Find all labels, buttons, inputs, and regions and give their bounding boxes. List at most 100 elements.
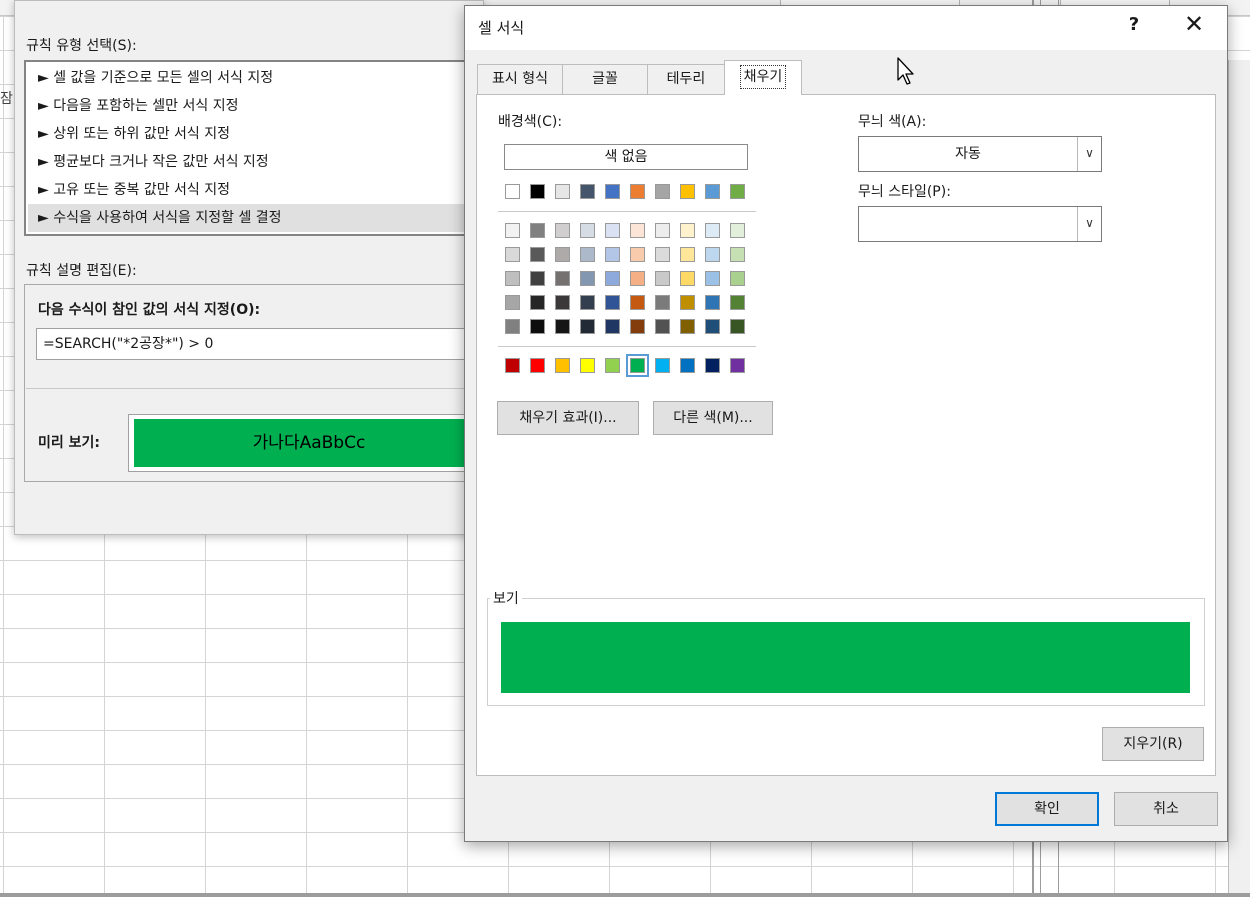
tint-color-swatch[interactable] bbox=[655, 319, 670, 334]
preview-label: 미리 보기: bbox=[38, 435, 100, 451]
tint-color-swatch[interactable] bbox=[655, 247, 670, 262]
tint-color-swatch[interactable] bbox=[580, 295, 595, 310]
tint-color-swatch[interactable] bbox=[505, 295, 520, 310]
standard-color-swatch[interactable] bbox=[530, 358, 545, 373]
tint-color-swatch[interactable] bbox=[530, 271, 545, 286]
tint-color-swatch[interactable] bbox=[655, 271, 670, 286]
tint-color-swatch[interactable] bbox=[555, 247, 570, 262]
tint-color-swatch[interactable] bbox=[580, 223, 595, 238]
preview-sample: 가나다AaBbCc bbox=[134, 419, 484, 467]
tint-color-swatch[interactable] bbox=[680, 295, 695, 310]
tint-color-swatch[interactable] bbox=[555, 295, 570, 310]
tint-color-swatch[interactable] bbox=[680, 271, 695, 286]
tab-border[interactable]: 테두리 bbox=[647, 64, 725, 94]
rule-type-list[interactable]: ► 셀 값을 기준으로 모든 셀의 서식 지정 ► 다음을 포함하는 셀만 서식… bbox=[24, 60, 486, 236]
clear-button[interactable]: 지우기(R) bbox=[1102, 727, 1204, 761]
theme-color-swatch[interactable] bbox=[705, 184, 720, 199]
formula-input[interactable]: =SEARCH("*2공장*") > 0 bbox=[36, 328, 484, 360]
tab-font[interactable]: 글꼴 bbox=[562, 64, 648, 94]
tint-color-swatch[interactable] bbox=[730, 223, 745, 238]
standard-color-swatch[interactable] bbox=[705, 358, 720, 373]
tint-color-swatch[interactable] bbox=[505, 223, 520, 238]
tint-color-swatch[interactable] bbox=[505, 271, 520, 286]
standard-color-swatch[interactable] bbox=[555, 358, 570, 373]
theme-color-swatch[interactable] bbox=[655, 184, 670, 199]
tint-color-swatch[interactable] bbox=[705, 271, 720, 286]
cancel-button[interactable]: 취소 bbox=[1114, 792, 1218, 826]
rule-type-item-selected[interactable]: ► 수식을 사용하여 서식을 지정할 셀 결정 bbox=[28, 204, 486, 232]
standard-color-swatch[interactable] bbox=[505, 358, 520, 373]
tab-fill-label: 채우기 bbox=[739, 65, 787, 89]
tint-color-swatch[interactable] bbox=[630, 295, 645, 310]
tint-color-swatch[interactable] bbox=[680, 319, 695, 334]
standard-color-swatch[interactable] bbox=[605, 358, 620, 373]
tint-color-swatch[interactable] bbox=[605, 247, 620, 262]
tint-color-swatch[interactable] bbox=[580, 319, 595, 334]
pattern-style-select[interactable]: ∨ bbox=[858, 206, 1102, 242]
tint-color-swatch[interactable] bbox=[580, 271, 595, 286]
more-colors-button[interactable]: 다른 색(M)... bbox=[653, 401, 773, 435]
tint-color-swatch[interactable] bbox=[630, 223, 645, 238]
tint-color-swatch[interactable] bbox=[730, 295, 745, 310]
tint-color-swatch[interactable] bbox=[530, 223, 545, 238]
theme-color-swatch[interactable] bbox=[555, 184, 570, 199]
tint-color-swatch[interactable] bbox=[655, 223, 670, 238]
tint-color-swatch[interactable] bbox=[705, 319, 720, 334]
tint-color-swatch[interactable] bbox=[505, 247, 520, 262]
standard-color-swatch[interactable] bbox=[655, 358, 670, 373]
rule-type-item[interactable]: ► 셀 값을 기준으로 모든 셀의 서식 지정 bbox=[38, 64, 486, 92]
tint-color-swatch[interactable] bbox=[530, 295, 545, 310]
theme-color-swatch[interactable] bbox=[730, 184, 745, 199]
fill-effects-button[interactable]: 채우기 효과(I)... bbox=[497, 401, 639, 435]
tint-color-swatch[interactable] bbox=[705, 223, 720, 238]
ok-button[interactable]: 확인 bbox=[995, 792, 1099, 826]
tint-color-swatch[interactable] bbox=[555, 223, 570, 238]
tint-color-swatch[interactable] bbox=[730, 319, 745, 334]
tint-color-swatch[interactable] bbox=[630, 247, 645, 262]
pattern-style-label: 무늬 스타일(P): bbox=[858, 184, 951, 200]
theme-color-swatch[interactable] bbox=[630, 184, 645, 199]
vertical-scrollbar[interactable] bbox=[1228, 60, 1250, 897]
tint-color-swatch[interactable] bbox=[630, 271, 645, 286]
tint-color-swatch[interactable] bbox=[605, 295, 620, 310]
tint-color-swatch[interactable] bbox=[680, 223, 695, 238]
chevron-down-icon[interactable]: ∨ bbox=[1077, 207, 1101, 241]
tint-color-swatch[interactable] bbox=[605, 271, 620, 286]
tint-color-swatch[interactable] bbox=[630, 319, 645, 334]
tab-number[interactable]: 표시 형식 bbox=[477, 64, 563, 94]
standard-color-swatch[interactable] bbox=[626, 354, 649, 377]
tint-color-swatch[interactable] bbox=[680, 247, 695, 262]
no-color-button[interactable]: 색 없음 bbox=[504, 144, 748, 170]
tab-fill[interactable]: 채우기 bbox=[724, 60, 802, 95]
theme-color-swatch[interactable] bbox=[580, 184, 595, 199]
tint-color-swatch[interactable] bbox=[530, 247, 545, 262]
standard-color-swatch[interactable] bbox=[580, 358, 595, 373]
tint-color-swatch[interactable] bbox=[655, 295, 670, 310]
tint-color-swatch[interactable] bbox=[730, 247, 745, 262]
tint-color-swatch[interactable] bbox=[530, 319, 545, 334]
pattern-color-select[interactable]: 자동 ∨ bbox=[858, 136, 1102, 172]
tint-color-swatch[interactable] bbox=[605, 223, 620, 238]
theme-color-swatch[interactable] bbox=[505, 184, 520, 199]
theme-color-swatch[interactable] bbox=[605, 184, 620, 199]
standard-color-swatch[interactable] bbox=[680, 358, 695, 373]
theme-color-swatch[interactable] bbox=[680, 184, 695, 199]
help-icon[interactable]: ? bbox=[1124, 14, 1144, 35]
rule-type-item[interactable]: ► 상위 또는 하위 값만 서식 지정 bbox=[38, 120, 486, 148]
close-icon[interactable]: ✕ bbox=[1180, 10, 1208, 38]
theme-color-swatch[interactable] bbox=[530, 184, 545, 199]
tint-color-swatch[interactable] bbox=[730, 271, 745, 286]
tint-color-swatch[interactable] bbox=[605, 319, 620, 334]
tint-color-swatch[interactable] bbox=[555, 271, 570, 286]
dialog-titlebar[interactable] bbox=[465, 6, 1227, 50]
tint-color-swatch[interactable] bbox=[505, 319, 520, 334]
tint-color-swatch[interactable] bbox=[705, 295, 720, 310]
tint-color-swatch[interactable] bbox=[705, 247, 720, 262]
rule-type-item[interactable]: ► 평균보다 크거나 작은 값만 서식 지정 bbox=[38, 148, 486, 176]
standard-color-swatch[interactable] bbox=[730, 358, 745, 373]
tint-color-swatch[interactable] bbox=[555, 319, 570, 334]
chevron-down-icon[interactable]: ∨ bbox=[1077, 137, 1101, 171]
rule-type-item[interactable]: ► 다음을 포함하는 셀만 서식 지정 bbox=[38, 92, 486, 120]
tint-color-swatch[interactable] bbox=[580, 247, 595, 262]
rule-type-item[interactable]: ► 고유 또는 중복 값만 서식 지정 bbox=[38, 176, 486, 204]
